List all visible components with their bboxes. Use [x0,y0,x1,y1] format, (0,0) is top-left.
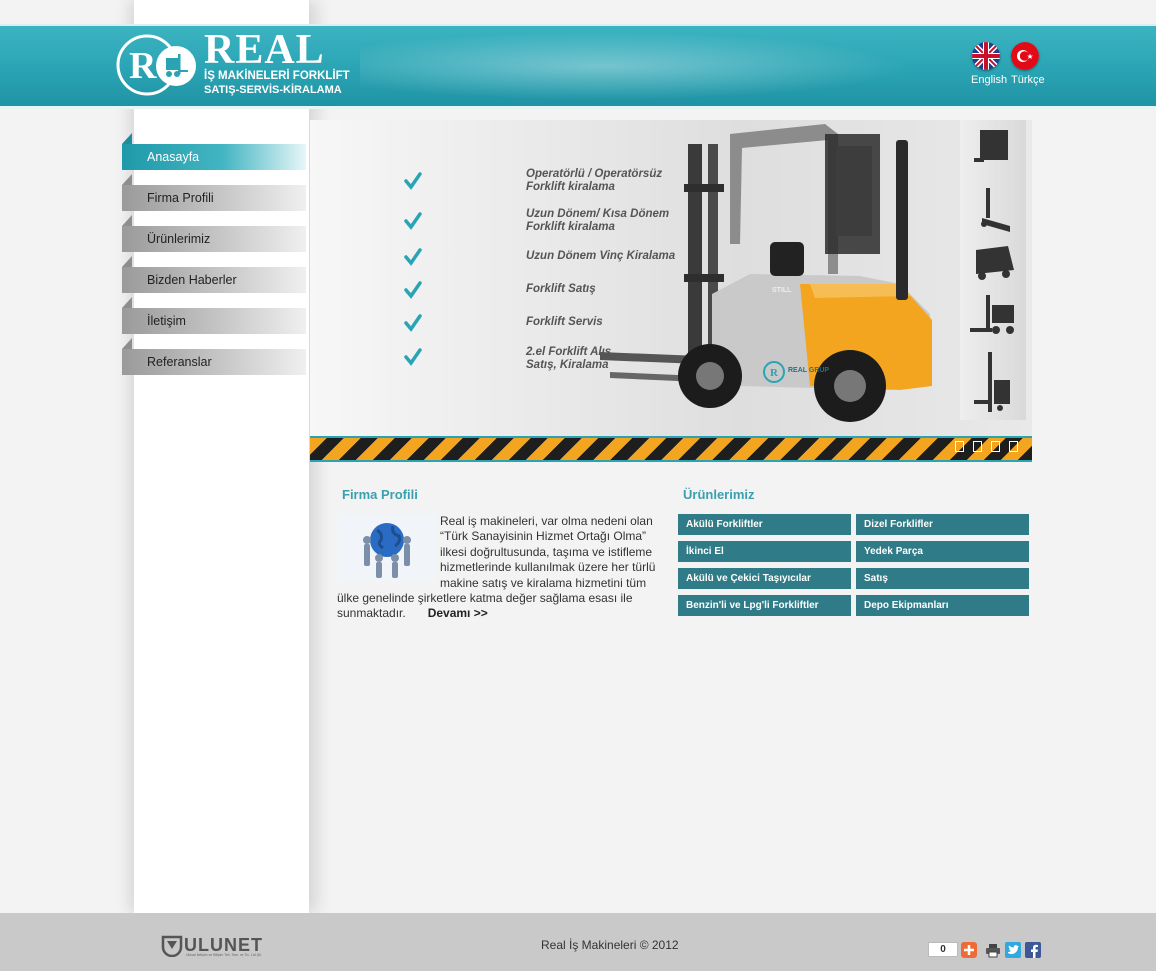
profile-description: Real iş makineleri, var olma nedeni olan… [337,514,656,621]
svg-text:R: R [129,45,157,87]
nav-item-firma-profili[interactable]: Firma Profili [122,174,306,211]
product-button-dizel-forklifler[interactable]: Dizel Forklifler [856,514,1029,535]
checkmark-icon [404,281,422,299]
logo-wordmark: REAL [204,27,325,73]
profile-more-link[interactable]: Devamı >> [428,606,488,620]
hero-slider[interactable]: Operatörlü / Operatörsüz Forklift kiralam… [310,120,1032,462]
forklift-image: R REAL GRUP STILL [600,124,932,422]
nav-label: İletişim [147,314,186,328]
nav-label: Referanslar [147,355,212,369]
real-logo-icon[interactable]: R [116,34,198,96]
lang-english-link[interactable]: English [971,74,1007,86]
product-button-akulu-cekici[interactable]: Akülü ve Çekici Taşıyıcılar [678,568,851,589]
nav-label: Ürünlerimiz [147,232,211,246]
nav-item-iletisim[interactable]: İletişim [122,297,306,334]
slider-dot-4[interactable] [1009,441,1018,452]
footer-brand-sub: Ulusal İletişim ve Bilişim Tek. San. ve … [186,953,262,957]
nav-label: Bizden Haberler [147,273,237,287]
turkey-flag-icon[interactable] [1011,42,1039,70]
slider-dot-2[interactable] [973,441,982,452]
addthis-plus-icon[interactable] [961,942,977,958]
footer-copyright: Real İş Makineleri © 2012 [541,938,679,952]
forklift-brand-text: STILL [772,287,792,294]
forklift-decal-text: REAL GRUP [788,367,829,374]
product-button-yedek-parca[interactable]: Yedek Parça [856,541,1029,562]
share-counter: 0 [928,942,958,957]
product-button-ikinci-el[interactable]: İkinci El [678,541,851,562]
twitter-icon[interactable] [1005,942,1021,958]
nav-item-urunlerimiz[interactable]: Ürünlerimiz [122,215,306,252]
logo-tagline-2: SATIŞ-SERVİS-KİRALAMA [204,84,342,96]
ulunet-logo-icon[interactable] [161,935,183,957]
product-button-depo-ekipmanlari[interactable]: Depo Ekipmanları [856,595,1029,616]
hazard-stripe-bar [310,436,1032,462]
checkmark-icon [404,314,422,332]
product-button-benzinli-lpgli[interactable]: Benzin'li ve Lpg'li Forkliftler [678,595,851,616]
nav-item-bizden-haberler[interactable]: Bizden Haberler [122,256,306,293]
product-button-akulu-forkliftler[interactable]: Akülü Forkliftler [678,514,851,535]
facebook-icon[interactable] [1025,942,1041,958]
nav-label: Anasayfa [147,150,200,164]
slider-dot-1[interactable] [955,441,964,452]
sidebar-column [134,0,309,913]
nav-label: Firma Profili [147,191,214,205]
products-section-title: Ürünlerimiz [683,487,755,502]
checkmark-icon [404,172,422,190]
checkmark-icon [404,212,422,230]
logo-tagline-1: İŞ MAKİNELERİ FORKLİFT [204,70,350,82]
checkmark-icon [404,348,422,366]
lang-turkish-link[interactable]: Türkçe [1011,74,1045,86]
nav-item-referanslar[interactable]: Referanslar [122,338,306,375]
profile-section-title: Firma Profili [342,487,418,502]
checkmark-icon [404,248,422,266]
print-icon[interactable] [985,942,1001,958]
product-icon-strip [960,120,1026,420]
product-button-satis[interactable]: Satış [856,568,1029,589]
svg-text:R: R [770,367,779,379]
uk-flag-icon[interactable] [972,42,1000,70]
slider-dot-3[interactable] [991,441,1000,452]
nav-item-anasayfa[interactable]: Anasayfa [122,133,306,170]
